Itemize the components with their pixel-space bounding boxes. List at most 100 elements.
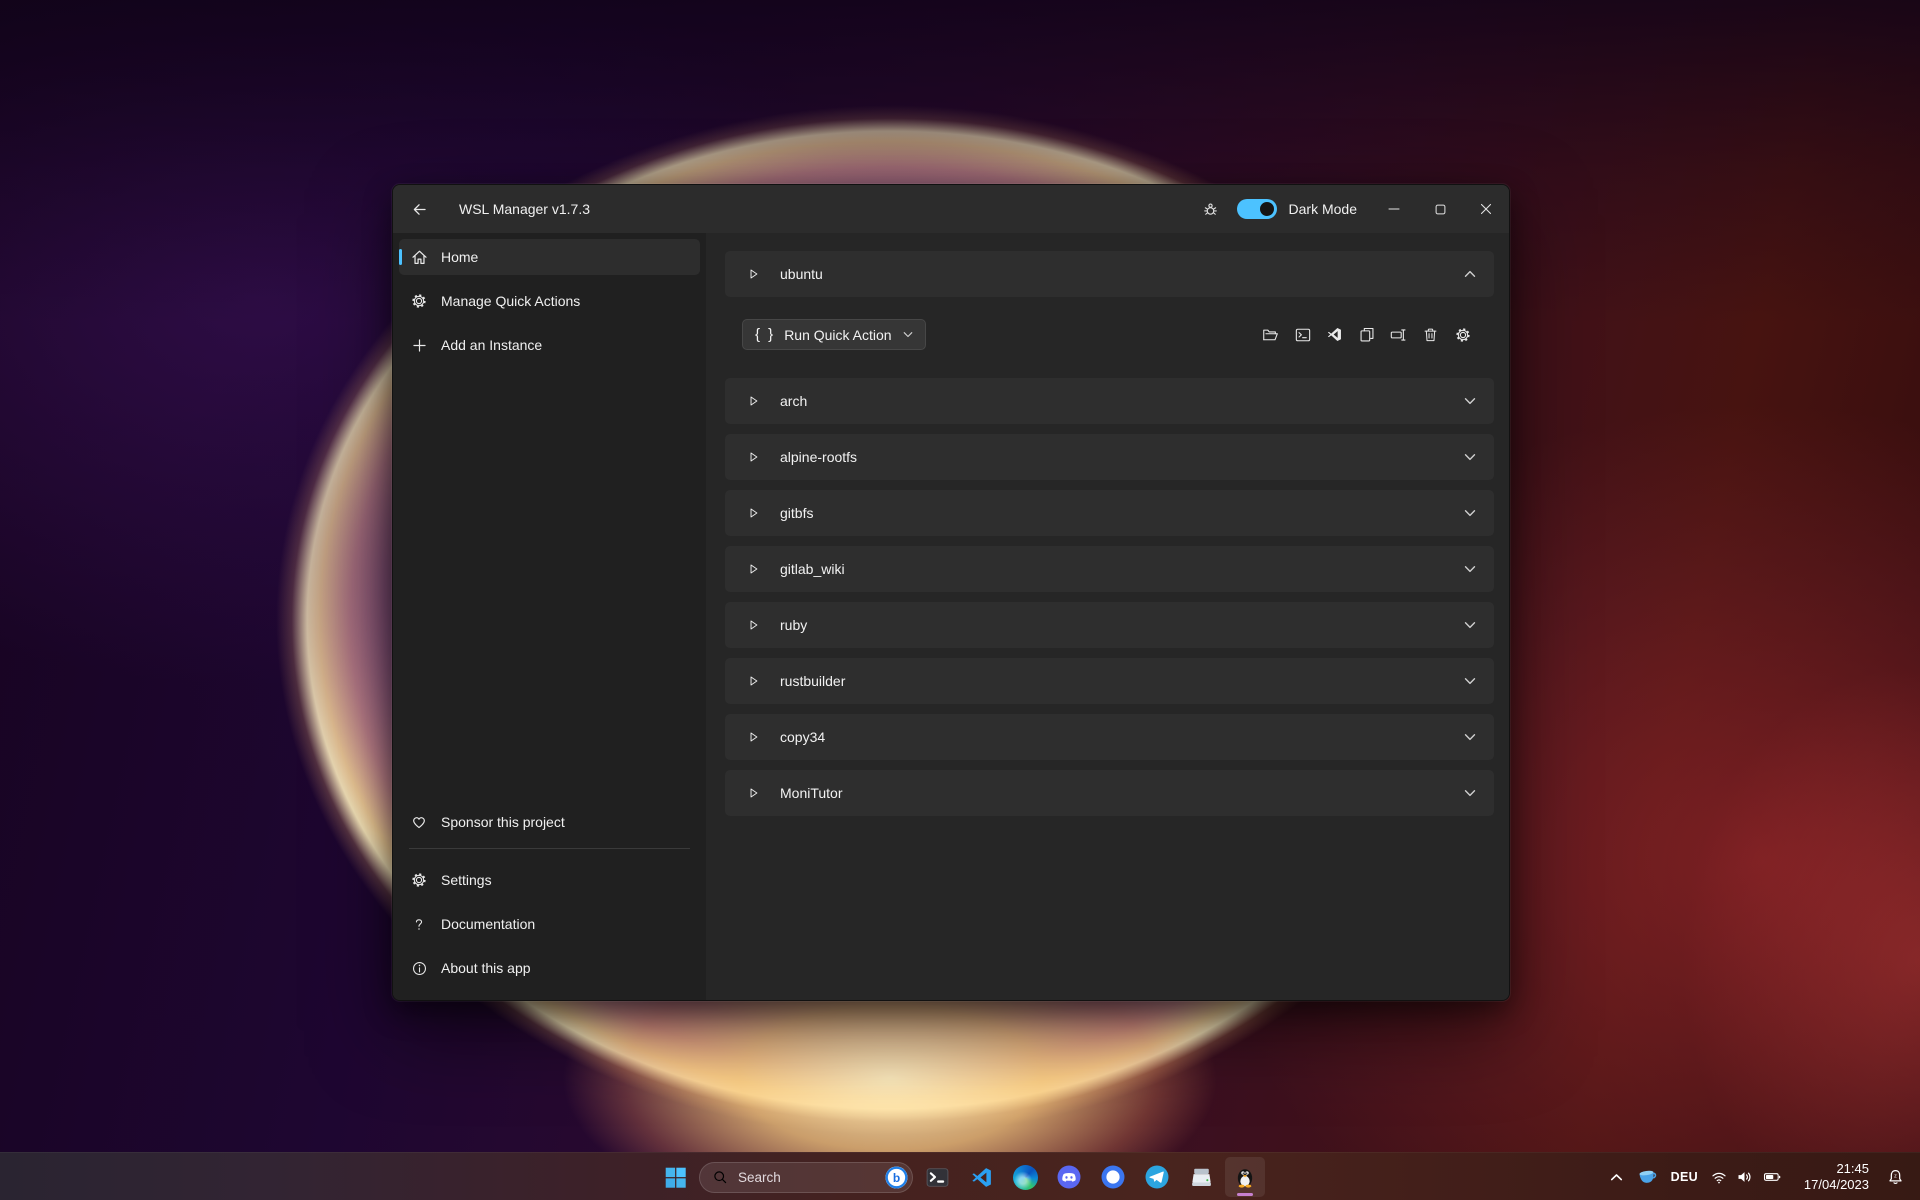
instance-settings-button[interactable] [1453, 323, 1472, 347]
search-input[interactable]: Search b [699, 1161, 913, 1193]
question-icon [409, 914, 429, 934]
open-vscode-button[interactable] [1325, 323, 1344, 347]
instance-row-ruby[interactable]: ruby [725, 602, 1494, 648]
sidebar-item-manage-quick-actions[interactable]: Manage Quick Actions [399, 283, 700, 319]
instance-list: ubuntu { } Run Quick Action arch alpine-r… [706, 233, 1509, 1000]
windows-logo-icon [663, 1165, 688, 1190]
instance-row-alpine-rootfs[interactable]: alpine-rootfs [725, 434, 1494, 480]
instance-row-rustbuilder[interactable]: rustbuilder [725, 658, 1494, 704]
bug-icon [1201, 200, 1220, 219]
taskbar-apps [917, 1157, 1265, 1197]
close-icon [1480, 203, 1492, 215]
instance-row-copy34[interactable]: copy34 [725, 714, 1494, 760]
tray-time: 21:45 [1836, 1161, 1869, 1176]
sidebar-bottom-group: Sponsor this project Settings Documentatio… [399, 804, 700, 994]
gear-icon [409, 870, 429, 890]
back-button[interactable] [401, 192, 437, 226]
taskbar-app-wsl-manager[interactable] [1225, 1157, 1265, 1197]
sidebar-item-label: Home [441, 249, 479, 265]
taskbar-app-vscode[interactable] [961, 1157, 1001, 1197]
instance-row-ubuntu[interactable]: ubuntu [725, 251, 1494, 297]
bug-report-button[interactable] [1194, 192, 1228, 226]
sidebar-item-label: Manage Quick Actions [441, 293, 581, 309]
dark-mode-toggle[interactable] [1236, 199, 1277, 219]
notifications-button[interactable]: z [1880, 1157, 1911, 1197]
chevron-down-icon [1464, 565, 1476, 573]
instance-label: gitlab_wiki [780, 561, 845, 577]
chevron-down-icon [1464, 677, 1476, 685]
open-terminal-button[interactable] [1293, 323, 1312, 347]
scanner-icon [1189, 1165, 1214, 1190]
duplicate-button[interactable] [1357, 323, 1376, 347]
tray-date: 17/04/2023 [1803, 1177, 1869, 1192]
telegram-icon [1144, 1164, 1170, 1190]
hidden-icons-button[interactable] [1605, 1157, 1628, 1197]
wsl-manager-window: WSL Manager v1.7.3 Dark Mode Home Manage… [392, 184, 1510, 1001]
run-quick-action-button[interactable]: { } Run Quick Action [742, 319, 926, 350]
svg-text:b: b [893, 1170, 900, 1184]
sidebar-item-sponsor-this-project[interactable]: Sponsor this project [399, 804, 700, 840]
instance-label: ruby [780, 617, 808, 633]
sidebar-item-label: Documentation [441, 916, 536, 932]
window-title: WSL Manager v1.7.3 [459, 201, 590, 217]
wsl-manager-icon [1232, 1164, 1258, 1190]
chevron-down-icon [1464, 621, 1476, 629]
edge-icon [1012, 1164, 1038, 1190]
sidebar-item-add-an-instance[interactable]: Add an Instance [399, 327, 700, 363]
chevron-up-icon [1610, 1173, 1623, 1182]
search-icon [712, 1169, 728, 1185]
sidebar-item-label: Sponsor this project [441, 814, 565, 830]
minimize-button[interactable] [1371, 185, 1417, 233]
sidebar-item-about-this-app[interactable]: About this app [399, 950, 700, 986]
clock-button[interactable]: 21:45 17/04/2023 [1799, 1157, 1874, 1197]
play-icon [747, 506, 760, 520]
instance-settings-icon [1454, 326, 1472, 344]
play-icon [747, 450, 760, 464]
sidebar-item-settings[interactable]: Settings [399, 862, 700, 898]
gear-icon [409, 291, 429, 311]
play-icon [747, 618, 760, 632]
rename-icon [1389, 326, 1408, 344]
taskbar-app-windows-terminal[interactable] [917, 1157, 957, 1197]
open-vscode-icon [1326, 326, 1343, 343]
taskbar-app-telegram[interactable] [1137, 1157, 1177, 1197]
keyboard-language-button[interactable]: DEU [1666, 1157, 1703, 1197]
instance-label: arch [780, 393, 808, 409]
sidebar-item-home[interactable]: Home [399, 239, 700, 275]
network-volume-battery-button[interactable] [1705, 1157, 1788, 1197]
keyboard-language-label: DEU [1670, 1170, 1698, 1184]
close-button[interactable] [1463, 185, 1509, 233]
play-icon [747, 562, 760, 576]
chevron-down-icon [1464, 733, 1476, 741]
tray-cup-app-button[interactable] [1630, 1157, 1664, 1197]
sidebar-item-documentation[interactable]: Documentation [399, 906, 700, 942]
signal-icon [1100, 1164, 1126, 1190]
maximize-button[interactable] [1417, 185, 1463, 233]
taskbar-app-edge[interactable] [1005, 1157, 1045, 1197]
play-icon [747, 786, 760, 800]
chevron-up-icon [1464, 270, 1476, 278]
instance-row-gitbfs[interactable]: gitbfs [725, 490, 1494, 536]
instance-label: rustbuilder [780, 673, 846, 689]
start-button[interactable] [655, 1157, 695, 1197]
duplicate-icon [1358, 326, 1376, 344]
instance-row-arch[interactable]: arch [725, 378, 1494, 424]
instance-row-monitutor[interactable]: MoniTutor [725, 770, 1494, 816]
chevron-down-icon [1464, 397, 1476, 405]
window-body: Home Manage Quick Actions Add an Instance … [393, 233, 1509, 1000]
bing-chat-icon[interactable]: b [884, 1165, 909, 1190]
rename-button[interactable] [1389, 323, 1408, 347]
chevron-down-icon [1464, 509, 1476, 517]
minimize-icon [1388, 203, 1400, 215]
search-placeholder: Search [738, 1169, 781, 1185]
open-folder-button[interactable] [1261, 323, 1280, 347]
delete-button[interactable] [1421, 323, 1440, 347]
taskbar-app-signal[interactable] [1093, 1157, 1133, 1197]
windows-terminal-icon [925, 1165, 950, 1190]
instance-group-expanded: ubuntu { } Run Quick Action [725, 251, 1494, 378]
taskbar-app-discord[interactable] [1049, 1157, 1089, 1197]
open-terminal-icon [1294, 326, 1312, 344]
taskbar-app-scanner[interactable] [1181, 1157, 1221, 1197]
instance-row-gitlab-wiki[interactable]: gitlab_wiki [725, 546, 1494, 592]
